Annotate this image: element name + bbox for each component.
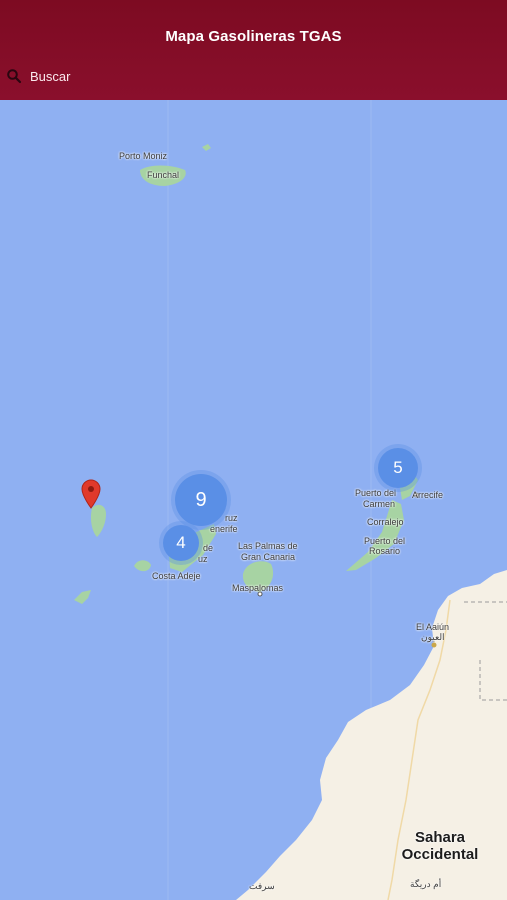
label-cruz-partial: uz — [198, 554, 208, 564]
label-sahara-arabic: أم دريگة — [410, 879, 442, 889]
label-santa-cruz-2: enerife — [210, 524, 238, 534]
la-gomera-island — [134, 560, 151, 572]
label-puerto-del-rosario-2: Rosario — [369, 546, 401, 556]
label-el-aaiun: El Aaiún — [416, 622, 450, 632]
label-puerto-del-carmen-1: Puerto del — [355, 488, 397, 498]
search-label: Buscar — [30, 68, 71, 84]
label-maspalomas: Maspalomas — [232, 583, 284, 593]
label-puerto-del-rosario-1: Puerto del — [364, 536, 406, 546]
label-occidental: Occidental — [401, 846, 479, 863]
label-las-palmas-2: Gran Canaria — [241, 552, 296, 562]
cluster-marker-4[interactable]: 4 — [163, 525, 199, 561]
label-santa-cruz-1: ruz — [225, 513, 238, 523]
page-title: Mapa Gasolineras TGAS — [165, 28, 342, 45]
label-el-aaiun-arabic: العيون — [421, 632, 445, 642]
search-icon — [6, 68, 22, 84]
search-button[interactable]: Buscar — [6, 68, 70, 84]
la-palma-island — [90, 504, 106, 537]
label-arrecife: Arrecife — [412, 490, 444, 500]
el-hierro-island — [74, 590, 91, 604]
label-funchal: Funchal — [147, 170, 180, 180]
label-porto-moniz: Porto Moniz — [119, 151, 168, 161]
label-de-partial: de — [203, 543, 214, 553]
cluster-marker-5[interactable]: 5 — [378, 448, 418, 488]
porto-santo-island — [202, 144, 211, 151]
label-las-palmas-1: Las Palmas de — [238, 541, 298, 551]
label-sahara: Sahara — [414, 829, 466, 846]
cluster-marker-9[interactable]: 9 — [175, 474, 227, 526]
label-costa-adeje: Costa Adeje — [152, 571, 201, 581]
label-bottom-arabic: سرفت — [249, 881, 275, 891]
app-bar: Mapa Gasolineras TGAS Buscar — [0, 0, 507, 100]
label-corralejo: Corralejo — [367, 517, 404, 527]
map-view[interactable]: Porto Moniz Funchal Puerto del Carmen Ar… — [0, 100, 507, 900]
map-canvas — [74, 100, 507, 900]
label-puerto-del-carmen-2: Carmen — [363, 499, 396, 509]
